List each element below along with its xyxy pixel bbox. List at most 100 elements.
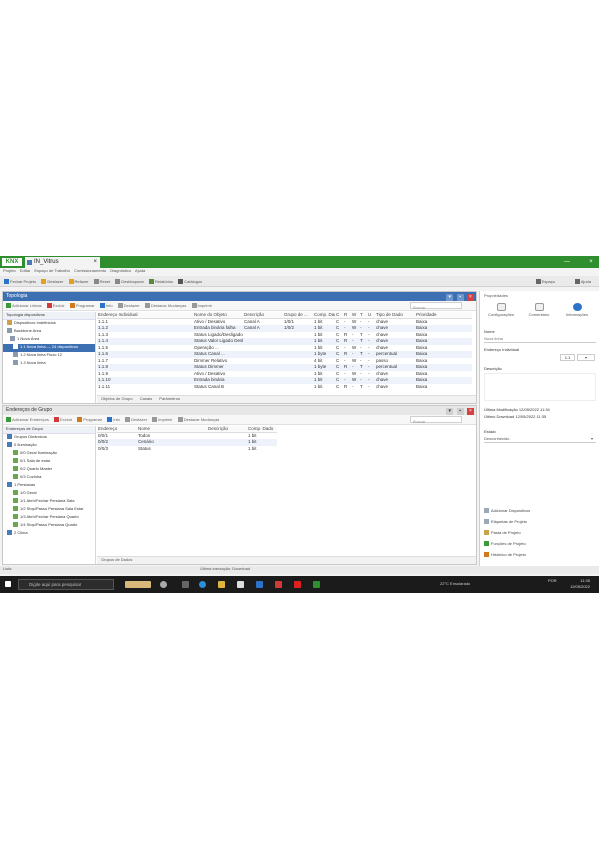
- menu-espaco[interactable]: Espaço de Trabalho: [34, 268, 70, 273]
- table-row[interactable]: 1.1.11 Status Canal B1 bit C R - T - chave Baixa: [97, 384, 472, 391]
- search-input[interactable]: Buscar: [410, 416, 462, 424]
- windows-start-icon[interactable]: [5, 581, 11, 587]
- tree-node[interactable]: 0 Iluminação: [3, 442, 95, 450]
- tree-node[interactable]: 0/0 Geral Iluminação: [3, 450, 95, 458]
- info-button[interactable]: Info: [99, 301, 113, 310]
- panel-maximize-button[interactable]: ▪: [456, 294, 464, 301]
- close-window-button[interactable]: ×: [585, 257, 597, 267]
- park-button[interactable]: ▾: [577, 354, 595, 361]
- undo-panel-button[interactable]: Desfazer: [117, 301, 140, 310]
- individual-address-field[interactable]: 1.1: [560, 354, 575, 361]
- tree-node[interactable]: 1/3 Abrir/Fechar Persiana Quarto: [3, 514, 95, 522]
- search-box[interactable]: Buscar: [410, 415, 466, 424]
- project-tags-link[interactable]: Etiquetas de Projeto: [484, 519, 527, 527]
- info-button[interactable]: Info: [107, 415, 120, 424]
- search-input[interactable]: Buscar: [410, 302, 462, 310]
- tree-node[interactable]: 0/1 Sala de estar: [3, 458, 95, 466]
- tree-node[interactable]: Grupos Dinâmicos: [3, 434, 95, 442]
- tree-node[interactable]: 0/3 Cozinha: [3, 474, 95, 482]
- panel-maximize-button[interactable]: ▪: [456, 408, 464, 415]
- tab-comment[interactable]: Comentário: [520, 301, 558, 321]
- program-button[interactable]: Programar: [69, 301, 95, 310]
- chevron-down-icon[interactable]: ▾: [591, 436, 593, 442]
- edge-icon[interactable]: [199, 581, 206, 588]
- panel-close-button[interactable]: ×: [467, 408, 474, 415]
- weather-widget[interactable]: 22°C Ensolarado: [440, 581, 470, 587]
- highlight-changes-button[interactable]: Destacar Mudanças: [144, 301, 186, 310]
- panel-dropdown-button[interactable]: ▾: [446, 294, 454, 301]
- description-field[interactable]: [484, 373, 596, 401]
- menu-editar[interactable]: Editar: [20, 268, 30, 273]
- close-tab-icon[interactable]: ×: [93, 257, 97, 268]
- column-header[interactable]: Comp. Dado: [247, 426, 277, 433]
- unlock-button[interactable]: Desbloquear: [115, 276, 144, 286]
- panel-dropdown-button[interactable]: ▾: [446, 408, 454, 415]
- tree-node[interactable]: 1.2 Nova linha Fluxo 12: [3, 352, 95, 360]
- tab-group-objects[interactable]: Objetos de Grupo: [101, 396, 133, 401]
- tree-node-label: 1 Persianas: [14, 482, 36, 487]
- menu-projeto[interactable]: Projeto: [3, 268, 16, 273]
- taskbar-search-input[interactable]: Digite aqui para pesquisar: [18, 579, 114, 590]
- tab-channels[interactable]: Canais: [140, 396, 152, 401]
- project-history-link[interactable]: Histórico de Projeto: [484, 552, 526, 560]
- minimize-button[interactable]: —: [561, 257, 573, 267]
- add-lines-button[interactable]: Adicionar Linhas: [6, 301, 42, 310]
- taskbar-language[interactable]: POR: [548, 578, 557, 584]
- close-project-button[interactable]: Fechar Projeto: [4, 276, 36, 286]
- tree-node[interactable]: 1 Persianas: [3, 482, 95, 490]
- tree-node[interactable]: 0/2 Quarto Master: [3, 466, 95, 474]
- store-icon[interactable]: [237, 581, 244, 588]
- delete-button[interactable]: Excluir: [46, 301, 65, 310]
- tree-node[interactable]: 1/1 Abrir/Fechar Persiana Sala: [3, 498, 95, 506]
- help-button[interactable]: Ajuda: [574, 276, 591, 286]
- table-row[interactable]: 0/0/3 Status 1 bit: [97, 446, 277, 453]
- workspace-button[interactable]: Espaço: [535, 276, 555, 286]
- redo-button[interactable]: Refazer: [68, 276, 89, 286]
- delete-button[interactable]: Excluir: [54, 415, 72, 424]
- status-select[interactable]: Desconhecido: [484, 436, 596, 443]
- tree-node[interactable]: Backbone Area: [3, 328, 95, 336]
- taskbar-widget-icon[interactable]: [125, 581, 151, 588]
- menu-ajuda[interactable]: Ajuda: [135, 268, 145, 273]
- menu-diagnostico[interactable]: Diagnóstico: [110, 268, 131, 273]
- reports-button[interactable]: Relatórios: [149, 276, 173, 286]
- tree-node[interactable]: 1/0 Geral: [3, 490, 95, 498]
- project-folder-link[interactable]: Pasta de Projeto: [484, 530, 521, 538]
- task-view-icon[interactable]: [160, 581, 167, 588]
- name-field[interactable]: Nova linha: [484, 336, 596, 343]
- undo-button[interactable]: Desfazer: [41, 276, 63, 286]
- add-addresses-button[interactable]: Adicionar Endereços: [6, 415, 49, 424]
- add-devices-link[interactable]: Adicionar Dispositivos: [484, 508, 530, 516]
- tree-node[interactable]: 2 Clima: [3, 530, 95, 538]
- ets-knx-icon[interactable]: [313, 581, 320, 588]
- project-functions-link[interactable]: Funções de Projeto: [484, 541, 526, 549]
- tab-parameters[interactable]: Parâmetros: [159, 396, 180, 401]
- print-button[interactable]: Imprimir: [152, 415, 173, 424]
- tab-settings[interactable]: Configurações: [482, 301, 520, 321]
- app-icon[interactable]: [182, 581, 189, 588]
- search-box[interactable]: Buscar: [410, 301, 466, 310]
- print-button[interactable]: Imprimir: [191, 301, 212, 310]
- program-button[interactable]: Programar: [77, 415, 102, 424]
- tree-node[interactable]: 1.3 Nova linha: [3, 360, 95, 368]
- tab-information[interactable]: Informações: [558, 301, 596, 321]
- tree-node[interactable]: 1/4 Stop/Passo Persiana Quarto: [3, 522, 95, 530]
- panel-close-button[interactable]: ×: [467, 294, 474, 301]
- menu-comissionamento[interactable]: Comissionamento: [74, 268, 106, 273]
- tab-group-data[interactable]: Grupos de Dados: [101, 557, 132, 562]
- reset-button[interactable]: Reset: [93, 276, 110, 286]
- column-header[interactable]: Comp. Dado: [313, 312, 335, 319]
- youtube-icon[interactable]: [294, 581, 301, 588]
- tree-node[interactable]: 1/2 Stop/Passo Persiana Sala Estar: [3, 506, 95, 514]
- office-icon[interactable]: [275, 581, 282, 588]
- taskbar-date[interactable]: 12/05/2022: [560, 584, 590, 590]
- catalogs-button[interactable]: Catálogos: [178, 276, 202, 286]
- tree-node-selected[interactable]: 1.1 Nova linha — 24 dispositivos: [3, 344, 95, 352]
- tree-node[interactable]: 1 Nova Área: [3, 336, 95, 344]
- mail-icon[interactable]: [256, 581, 263, 588]
- highlight-changes-button[interactable]: Destacar Mudanças: [177, 415, 219, 424]
- document-tab[interactable]: IN_Vitrus ×: [25, 257, 100, 268]
- file-explorer-icon[interactable]: [218, 581, 225, 588]
- tree-node[interactable]: Dispositivos Indefinidos: [3, 320, 95, 328]
- undo-panel-button[interactable]: Desfazer: [125, 415, 147, 424]
